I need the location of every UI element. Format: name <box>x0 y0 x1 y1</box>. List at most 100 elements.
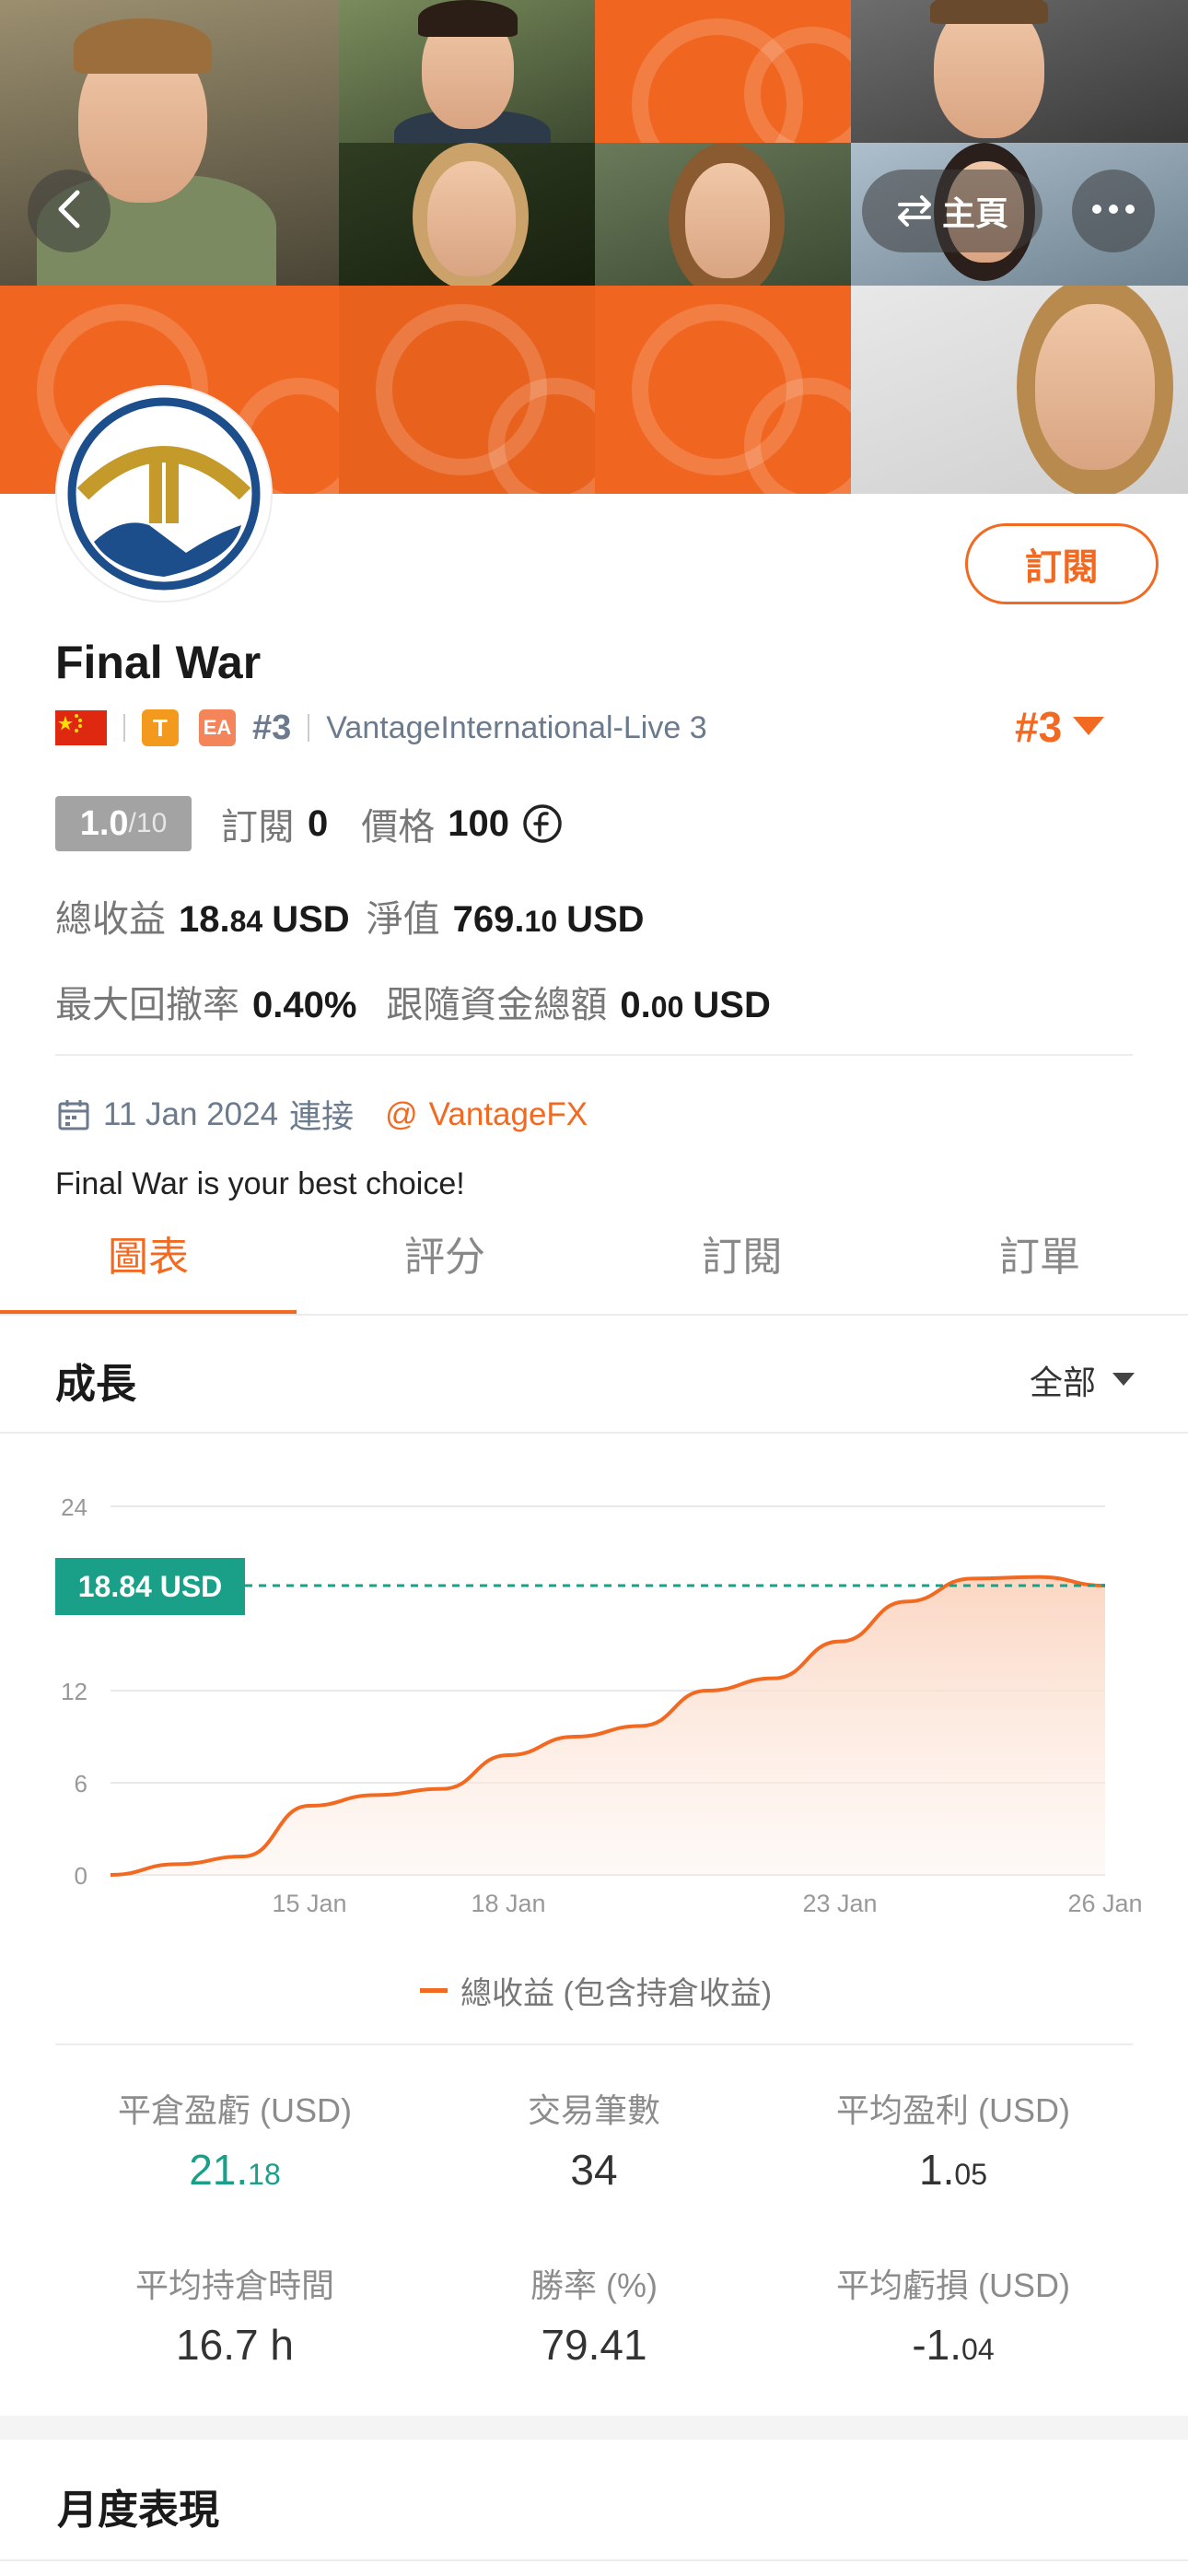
tab-orders[interactable]: 訂單 <box>891 1224 1188 1282</box>
subscribe-button[interactable]: 訂閱 <box>965 523 1159 604</box>
current-value-badge: 18.84 USD <box>55 1558 245 1615</box>
swap-arrows-icon <box>896 194 933 228</box>
divider <box>0 2559 1188 2561</box>
trader-tagline: T EA #3 VantageInternational-Live 3 <box>55 708 707 748</box>
summary-line-1: 1.0 /10 訂閱 0 價格 100 <box>55 796 563 851</box>
stat-value: 16.7 h <box>176 2321 294 2369</box>
divider <box>55 1054 1133 1056</box>
x-tick-label: 26 Jan <box>1067 1890 1142 1917</box>
divider <box>0 1432 1188 1434</box>
more-dots-icon <box>1091 203 1136 219</box>
ea-badge: EA <box>199 709 236 746</box>
connected-date: 11 Jan 2024 <box>103 1095 279 1132</box>
stat-win-rate: 勝率 (%) 79.41 <box>414 2259 774 2370</box>
equity-label: 淨值 <box>366 899 440 940</box>
trader-badge-t: T <box>142 709 179 746</box>
connection-line: 11 Jan 2024 連接 @ VantageFX <box>55 1091 588 1138</box>
stat-closed-pnl: 平倉盈虧 (USD) 21.18 <box>55 2084 414 2195</box>
equity-int: 769. <box>452 899 525 940</box>
divider <box>0 1314 1188 1316</box>
stat-trade-count: 交易筆數 34 <box>414 2084 774 2195</box>
china-flag-icon <box>55 710 107 745</box>
current-value-label: 18.84 USD <box>77 1569 223 1603</box>
divider <box>308 714 310 742</box>
total-profit-unit: USD <box>272 899 350 940</box>
caret-down-icon <box>1112 1373 1136 1388</box>
stat-avg-hold-time: 平均持倉時間 16.7 h <box>55 2259 414 2370</box>
more-button[interactable] <box>1072 170 1155 252</box>
rank-big: #3 <box>1015 703 1063 751</box>
banner-photo <box>851 286 1188 494</box>
y-tick-label: 24 <box>61 1493 87 1521</box>
broker-at: @ <box>385 1095 418 1132</box>
rating-badge: 1.0 /10 <box>55 796 192 851</box>
series-area <box>111 1576 1105 1875</box>
caret-down-icon <box>1073 717 1105 737</box>
max-drawdown-label: 最大回撤率 <box>55 985 239 1025</box>
rating-max: /10 <box>128 808 168 838</box>
home-label: 主頁 <box>941 194 1008 232</box>
growth-chart: 0 6 12 24 15 Jan 18 Jan 23 Jan 26 Jan <box>61 1493 1142 1917</box>
broker-link[interactable]: VantageFX <box>429 1096 588 1133</box>
stat-label: 交易筆數 <box>527 2091 660 2129</box>
stat-label: 勝率 (%) <box>530 2266 658 2304</box>
stat-label: 平均盈利 (USD) <box>836 2091 1070 2129</box>
banner-pattern <box>595 0 851 143</box>
avatar <box>57 387 271 601</box>
chart-legend: 總收益 (包含持倉收益) <box>420 1968 772 2013</box>
legend-label: 總收益 (包含持倉收益) <box>460 1976 773 2011</box>
growth-filter-dropdown[interactable]: 全部 <box>1030 1356 1136 1404</box>
stat-value: 1.05 <box>919 2146 987 2194</box>
chevron-left-icon <box>55 189 83 234</box>
stat-value: 21.18 <box>189 2146 281 2194</box>
equity-dec: 10 <box>524 905 558 938</box>
trader-description: Final War is your best choice! <box>55 1166 465 1201</box>
stat-avg-profit: 平均盈利 (USD) 1.05 <box>774 2084 1133 2195</box>
home-button[interactable]: 主頁 <box>862 170 1042 252</box>
stat-value: -1.04 <box>912 2321 995 2369</box>
stat-value: 34 <box>570 2146 618 2194</box>
price-value: 100 <box>448 802 509 844</box>
subscribers-value: 0 <box>308 802 329 844</box>
banner-pattern <box>339 286 595 494</box>
stat-avg-loss: 平均虧損 (USD) -1.04 <box>774 2259 1133 2370</box>
y-tick-label: 0 <box>75 1862 87 1890</box>
coin-icon <box>522 803 563 844</box>
y-tick-label: 6 <box>75 1770 87 1797</box>
y-tick-label: 12 <box>61 1678 87 1705</box>
connected-label: 連接 <box>289 1099 355 1135</box>
back-button[interactable] <box>28 170 111 252</box>
growth-title: 成長 <box>55 1362 136 1407</box>
subscribe-label: 訂閱 <box>1025 547 1099 588</box>
banner-photo <box>851 0 1188 143</box>
stat-label: 平均虧損 (USD) <box>836 2266 1070 2304</box>
vantage-logo-icon <box>67 397 261 591</box>
server-name: VantageInternational-Live 3 <box>326 709 707 745</box>
rating-value: 1.0 <box>79 803 129 843</box>
price-label: 價格 <box>361 807 436 848</box>
tab-subscribe[interactable]: 訂閱 <box>594 1224 891 1282</box>
summary-line-3: 最大回撤率 0.40% 跟隨資金總額 0. 00 USD <box>55 975 771 1028</box>
x-tick-label: 23 Jan <box>802 1890 877 1917</box>
total-profit-dec: 84 <box>229 905 263 938</box>
x-tick-label: 15 Jan <box>272 1890 346 1917</box>
banner-photo <box>339 0 595 143</box>
section-gap <box>0 2416 1188 2440</box>
copy-funds-int: 0. <box>620 985 651 1025</box>
rank-small: #3 <box>252 708 292 747</box>
total-profit-label: 總收益 <box>55 899 166 940</box>
banner-pattern <box>595 286 851 494</box>
copy-funds-label: 跟隨資金總額 <box>386 985 608 1025</box>
legend-swatch <box>420 1988 448 1993</box>
tab-rating[interactable]: 評分 <box>297 1224 593 1282</box>
banner-photo <box>595 143 851 286</box>
rank-dropdown[interactable]: #3 <box>1015 702 1105 752</box>
copy-funds-dec: 00 <box>650 990 684 1024</box>
equity-unit: USD <box>566 899 645 940</box>
summary-line-2: 總收益 18. 84 USD 淨值 769. 10 USD <box>55 889 645 943</box>
copy-funds-unit: USD <box>693 985 771 1025</box>
x-tick-label: 18 Jan <box>471 1890 545 1917</box>
tab-chart[interactable]: 圖表 <box>0 1224 297 1282</box>
calendar-icon <box>55 1096 92 1133</box>
total-profit-int: 18. <box>179 899 230 940</box>
